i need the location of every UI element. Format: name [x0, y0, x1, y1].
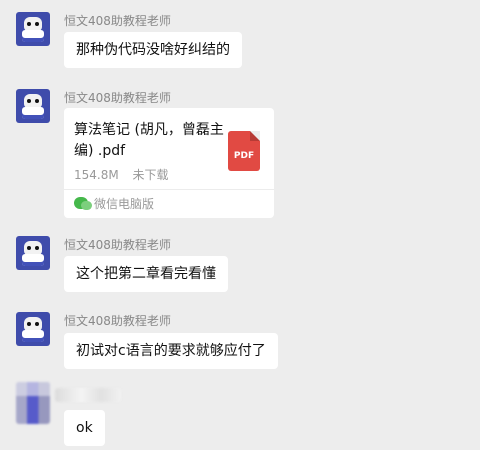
sender-name: 恒文408助教程老师 [64, 238, 171, 252]
avatar[interactable] [16, 236, 50, 270]
sender-name: 恒文408助教程老师 [64, 91, 171, 105]
avatar[interactable] [16, 312, 50, 346]
file-message-card[interactable]: 算法笔记 (胡凡，曾磊主编) .pdf PDF 154.8M 未下载 微信电脑版 [64, 108, 274, 218]
avatar-skull-graphic [24, 94, 42, 108]
avatar[interactable] [16, 12, 50, 46]
pdf-file-icon: PDF [228, 131, 260, 171]
message-bubble: 那种伪代码没啥好纠结的 [64, 32, 242, 68]
message-bubble: ok [64, 410, 105, 446]
avatar[interactable] [16, 89, 50, 123]
wechat-icon [74, 197, 92, 210]
file-size: 154.8M [74, 168, 119, 182]
avatar-skull-graphic [24, 17, 42, 31]
message-bubble: 初试对c语言的要求就够应付了 [64, 333, 278, 369]
avatar-jacket-graphic [22, 107, 44, 119]
avatar-jacket-graphic [22, 30, 44, 42]
file-source-footer: 微信电脑版 [64, 189, 274, 218]
file-source-label: 微信电脑版 [94, 197, 155, 211]
blurred-avatar[interactable] [16, 382, 50, 424]
avatar-jacket-graphic [22, 330, 44, 342]
blurred-sender-name [55, 388, 121, 402]
message-bubble: 这个把第二章看完看懂 [64, 256, 228, 292]
avatar-jacket-graphic [22, 254, 44, 266]
avatar-skull-graphic [24, 241, 42, 255]
download-status: 未下载 [132, 168, 169, 182]
file-meta: 154.8M 未下载 [74, 166, 169, 183]
sender-name: 恒文408助教程老师 [64, 314, 171, 328]
file-title: 算法笔记 (胡凡，曾磊主编) .pdf [74, 122, 224, 159]
sender-name: 恒文408助教程老师 [64, 14, 171, 28]
avatar-skull-graphic [24, 317, 42, 331]
